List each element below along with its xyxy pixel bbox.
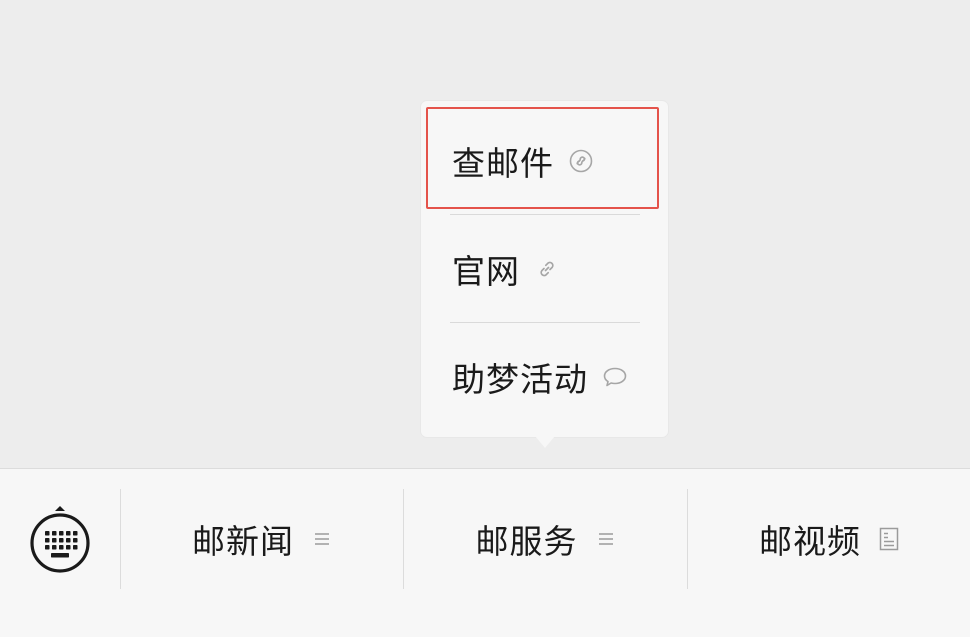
menu-item-label: 官网 [452, 252, 520, 291]
keyboard-toggle-button[interactable] [28, 503, 92, 575]
document-icon [879, 527, 899, 551]
service-popup-menu: 查邮件 官网 助梦活动 [421, 101, 668, 437]
menu-lines-icon [596, 527, 616, 551]
tab-mail-service[interactable]: 邮服务 [404, 489, 687, 589]
menu-item-official-site[interactable]: 官网 [421, 215, 668, 323]
popup-arrow [535, 436, 555, 448]
tab-mail-news[interactable]: 邮新闻 [121, 489, 403, 589]
keyboard-icon [30, 506, 90, 573]
tab-mail-video[interactable]: 邮视频 [688, 489, 970, 589]
mini-program-icon [568, 148, 594, 174]
menu-item-label: 查邮件 [452, 144, 554, 183]
tab-label: 邮视频 [759, 522, 861, 561]
menu-item-dream-activity[interactable]: 助梦活动 [421, 323, 668, 431]
tab-label: 邮新闻 [192, 522, 294, 561]
link-icon [534, 256, 560, 282]
menu-item-label: 助梦活动 [452, 360, 588, 399]
chat-screen: 查邮件 官网 助梦活动 邮新闻 邮服务 邮视频 [0, 0, 970, 637]
menu-lines-icon [312, 527, 332, 551]
tab-label: 邮服务 [475, 522, 578, 561]
chat-bubble-icon [602, 364, 628, 390]
bottom-menu-bar: 邮新闻 邮服务 邮视频 [0, 468, 970, 637]
menu-item-check-mail[interactable]: 查邮件 [421, 107, 668, 215]
